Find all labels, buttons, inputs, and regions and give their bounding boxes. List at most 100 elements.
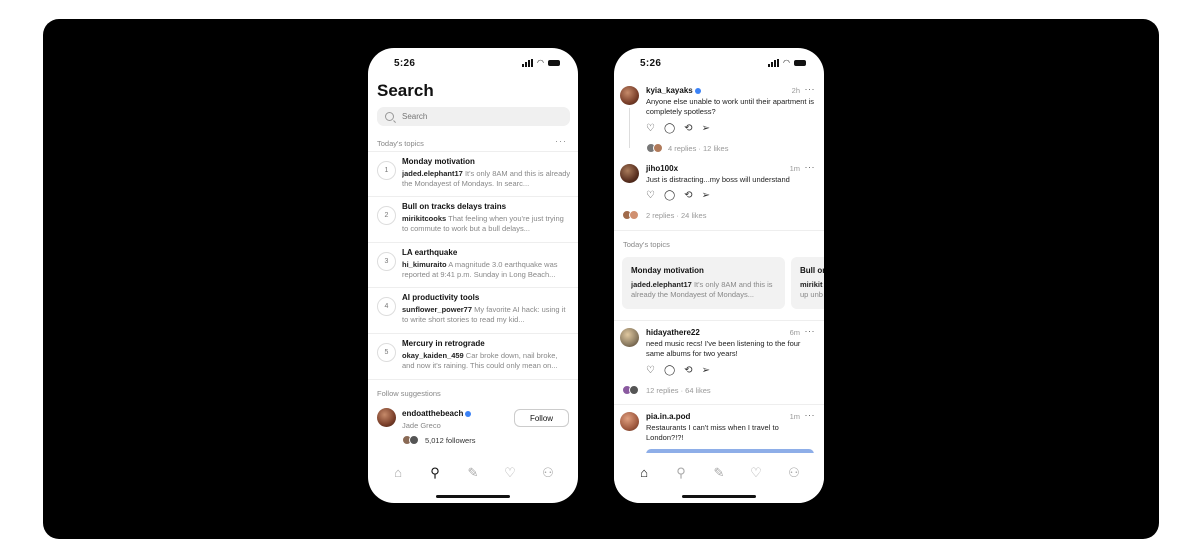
heart-icon[interactable]: ♡ — [502, 465, 518, 481]
tab-bar: ⌂ ⚲ ✎ ♡ ⚇ — [614, 453, 824, 503]
post-actions: ♡ ◯ ⟲ ➢ — [646, 123, 710, 134]
divider — [614, 320, 824, 321]
topic-preview: hi_kimuraito A magnitude 3.0 earthquake … — [402, 260, 572, 280]
topic-author: hi_kimuraito — [402, 260, 447, 269]
topic-card[interactable]: Monday motivation jaded.elephant17 It's … — [622, 257, 785, 309]
profile-icon[interactable]: ⚇ — [786, 465, 802, 481]
suggestion-username[interactable]: endoatthebeach — [402, 409, 463, 418]
verified-icon — [465, 410, 472, 417]
avatar[interactable] — [620, 86, 639, 105]
comment-icon[interactable]: ◯ — [664, 365, 675, 376]
repost-icon[interactable]: ⟲ — [684, 190, 692, 201]
verified-icon — [694, 87, 701, 94]
follower-count: 5,012 followers — [425, 436, 476, 445]
comment-icon[interactable]: ◯ — [664, 123, 675, 134]
post-text: Anyone else unable to work until their a… — [646, 97, 815, 116]
post-stats[interactable]: 12 replies · 64 likes — [646, 386, 711, 395]
topic-author: sunflower_power77 — [402, 305, 473, 314]
topic-title: Bull on — [800, 266, 824, 275]
search-bar[interactable] — [377, 107, 570, 126]
avatar[interactable] — [620, 164, 639, 183]
home-icon[interactable]: ⌂ — [636, 465, 652, 481]
like-icon[interactable]: ♡ — [646, 123, 655, 134]
suggestion-username-row: endoatthebeach — [402, 409, 472, 418]
avatar[interactable] — [620, 412, 639, 431]
repost-icon[interactable]: ⟲ — [684, 365, 692, 376]
topics-heading: Today's topics — [623, 240, 670, 249]
battery-icon — [794, 60, 806, 66]
topic-item[interactable]: 4 AI productivity tools sunflower_power7… — [368, 287, 578, 333]
avatar[interactable] — [620, 328, 639, 347]
tab-bar: ⌂ ⚲ ✎ ♡ ⚇ — [368, 453, 578, 503]
topic-preview: mirikitcooks That feeling when you're ju… — [402, 214, 572, 234]
search-icon[interactable]: ⚲ — [427, 465, 443, 481]
post-time: 6m — [789, 328, 800, 337]
post-more-icon[interactable]: ··· — [805, 410, 816, 420]
topic-item[interactable]: 3 LA earthquake hi_kimuraito A magnitude… — [368, 242, 578, 288]
reply-avatar — [629, 210, 639, 220]
post-username[interactable]: pia.in.a.pod — [646, 412, 690, 421]
signal-icon — [522, 59, 534, 67]
suggestion-name: Jade Greco — [402, 421, 441, 430]
topic-author: mirikitcooks — [402, 214, 447, 223]
comment-icon[interactable]: ◯ — [664, 190, 675, 201]
post-more-icon[interactable]: ··· — [805, 162, 816, 172]
avatar[interactable] — [377, 408, 396, 427]
page-title: Search — [377, 81, 434, 100]
post-username-row: kyia_kayaks — [646, 86, 701, 95]
like-icon[interactable]: ♡ — [646, 190, 655, 201]
search-input[interactable] — [400, 111, 554, 122]
compose-icon[interactable]: ✎ — [465, 465, 481, 481]
profile-icon[interactable]: ⚇ — [540, 465, 556, 481]
topic-title: LA earthquake — [402, 248, 458, 257]
share-icon[interactable]: ➢ — [702, 123, 710, 134]
wifi-icon: ◠ — [783, 58, 790, 67]
follow-button[interactable]: Follow — [514, 409, 569, 427]
post-stats[interactable]: 4 replies · 12 likes — [668, 144, 728, 153]
topic-title: Monday motivation — [402, 157, 475, 166]
post-time: 1m — [789, 164, 800, 173]
status-bar: 5:26 ◠ — [368, 58, 578, 72]
post-more-icon[interactable]: ··· — [805, 326, 816, 336]
post-text: Just is distracting...my boss will under… — [646, 175, 790, 184]
topic-rank: 1 — [377, 161, 396, 180]
follow-suggestions-heading: Follow suggestions — [377, 389, 441, 398]
post-text: need music recs! I've been listening to … — [646, 339, 801, 358]
post-username[interactable]: kyia_kayaks — [646, 86, 693, 95]
post-username[interactable]: jiho100x — [646, 164, 678, 173]
status-time: 5:26 — [640, 58, 662, 69]
topic-author: mirikit — [800, 280, 823, 289]
repost-icon[interactable]: ⟲ — [684, 123, 692, 134]
reply-avatars — [622, 385, 639, 395]
divider — [614, 230, 824, 231]
topic-title: AI productivity tools — [402, 293, 480, 302]
share-icon[interactable]: ➢ — [702, 365, 710, 376]
status-icons: ◠ — [768, 59, 806, 67]
post-text: Restaurants I can't miss when I travel t… — [646, 423, 779, 442]
post-username[interactable]: hidayathere22 — [646, 328, 700, 337]
topic-card[interactable]: Bull on mirikit up unb — [791, 257, 824, 309]
heart-icon[interactable]: ♡ — [748, 465, 764, 481]
topic-preview: sunflower_power77 My favorite AI hack: u… — [402, 305, 572, 325]
feed-screen-phone: 5:26 ◠ kyia_kayaks 2h ··· Anyone else un… — [614, 48, 824, 503]
post-more-icon[interactable]: ··· — [805, 84, 816, 94]
topic-preview: jaded.elephant17 It's only 8AM and this … — [402, 169, 572, 189]
topic-author: jaded.elephant17 — [631, 280, 692, 289]
search-icon[interactable]: ⚲ — [673, 465, 689, 481]
topic-item[interactable]: 1 Monday motivation jaded.elephant17 It'… — [368, 151, 578, 197]
topic-item[interactable]: 2 Bull on tracks delays trains mirikitco… — [368, 196, 578, 242]
topic-item[interactable]: 5 Mercury in retrograde okay_kaiden_459 … — [368, 333, 578, 379]
topic-text: up unb — [800, 290, 823, 299]
post-stats[interactable]: 2 replies · 24 likes — [646, 211, 706, 220]
home-icon[interactable]: ⌂ — [390, 465, 406, 481]
reply-avatar — [653, 143, 663, 153]
topics-more-icon[interactable]: ··· — [555, 136, 567, 146]
topic-rank: 5 — [377, 343, 396, 362]
divider — [614, 404, 824, 405]
compose-icon[interactable]: ✎ — [711, 465, 727, 481]
home-indicator — [682, 495, 756, 498]
like-icon[interactable]: ♡ — [646, 365, 655, 376]
topic-title: Monday motivation — [631, 266, 704, 275]
share-icon[interactable]: ➢ — [702, 190, 710, 201]
thread-line — [629, 108, 630, 148]
